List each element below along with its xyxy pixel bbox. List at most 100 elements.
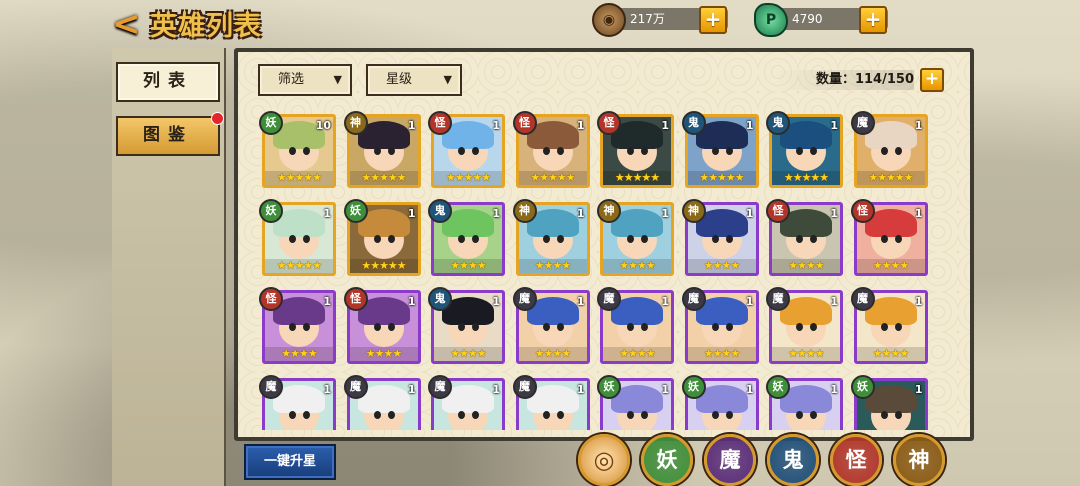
hero-level: 1 xyxy=(914,383,923,396)
hero-card[interactable]: 怪 1 ★★★★ xyxy=(343,287,421,364)
hero-card[interactable]: 魔1★★★★ xyxy=(766,287,843,364)
hero-card[interactable]: 魔1★★★★ xyxy=(428,375,505,430)
hero-eye xyxy=(556,235,564,243)
filter-yao-button[interactable]: 妖 xyxy=(641,434,693,486)
filter-mo-button[interactable]: 魔 xyxy=(704,434,756,486)
jade-amount: 4790 xyxy=(792,12,823,26)
hero-stars: ★★★★★ xyxy=(772,171,840,185)
hero-eye xyxy=(303,323,310,331)
tab-list[interactable]: 列表 xyxy=(116,62,220,102)
hero-level: 1 xyxy=(323,207,331,220)
tab-dex-label: 图鉴 xyxy=(143,125,193,145)
hero-eye xyxy=(289,411,296,419)
hero-eye xyxy=(641,323,648,331)
hero-eye xyxy=(796,147,803,155)
hero-eye xyxy=(472,323,479,331)
hero-card[interactable]: 魔 1 ★★★★★ xyxy=(850,111,928,188)
hero-level: 1 xyxy=(407,207,416,220)
hero-stars: ★★★★★ xyxy=(687,171,756,185)
hero-card[interactable]: 怪 1 ★★★★ xyxy=(259,287,336,364)
hero-card[interactable]: 鬼 1 ★★★★★ xyxy=(766,111,843,188)
faction-filter-bar: ◎ 妖魔鬼怪神 xyxy=(578,434,945,486)
hero-card[interactable]: 魔1★★★★ xyxy=(512,287,590,364)
hero-stars: ★★★★★ xyxy=(518,171,587,185)
faction-badge: 怪 xyxy=(428,111,452,135)
hero-card[interactable]: 魔1★★★★ xyxy=(681,287,759,364)
add-coins-button[interactable]: + xyxy=(699,6,727,34)
hero-eye xyxy=(556,411,564,419)
faction-badge: 妖 xyxy=(343,199,368,223)
hero-eye xyxy=(303,147,310,155)
hero-level: 1 xyxy=(407,383,416,396)
hero-card[interactable]: 鬼 1 ★★★★★ xyxy=(681,111,759,188)
faction-badge: 神 xyxy=(681,199,706,223)
filter-guai-button[interactable]: 怪 xyxy=(830,434,882,486)
hero-stars: ★★★★ xyxy=(518,347,587,361)
filter-dropdown[interactable]: 筛选 ▼ xyxy=(258,64,352,96)
hero-eye xyxy=(303,235,310,243)
expand-capacity-button[interactable]: + xyxy=(920,68,944,92)
hero-stars: ★★★★★ xyxy=(349,259,418,273)
jade-gem-icon: P xyxy=(754,3,788,37)
hero-level: 1 xyxy=(914,295,923,308)
hero-card[interactable]: 怪 1 ★★★★ xyxy=(766,199,843,276)
filter-gui-button[interactable]: 鬼 xyxy=(767,434,819,486)
hero-eye xyxy=(556,147,564,155)
hero-card[interactable]: 魔1★★★★ xyxy=(259,375,336,430)
faction-badge: 妖 xyxy=(850,375,875,399)
hero-level: 1 xyxy=(576,207,585,220)
faction-badge: 怪 xyxy=(766,199,790,223)
add-jade-button[interactable]: + xyxy=(859,6,887,34)
hero-eye xyxy=(725,411,733,419)
hero-card[interactable]: 神 1 ★★★★ xyxy=(597,199,674,276)
hero-eye xyxy=(556,323,564,331)
faction-badge: 魔 xyxy=(512,287,537,311)
hero-eye xyxy=(711,323,719,331)
hero-card[interactable]: 魔1★★★★ xyxy=(343,375,421,430)
hero-card[interactable]: 魔1★★★★ xyxy=(597,287,674,364)
hero-stars: ★★★★ xyxy=(856,259,925,273)
hero-eye xyxy=(472,147,479,155)
hero-stars: ★★★★★ xyxy=(434,171,502,185)
hero-card[interactable]: 鬼 1 ★★★★ xyxy=(428,287,505,364)
star-dropdown-label: 星级 xyxy=(386,72,413,87)
hero-card[interactable]: 神 1 ★★★★ xyxy=(681,199,759,276)
hero-eye xyxy=(303,411,310,419)
hero-stars: ★★★★ xyxy=(772,259,840,273)
hero-eye xyxy=(627,235,634,243)
faction-badge: 妖 xyxy=(766,375,790,399)
hero-eye xyxy=(387,323,395,331)
tab-dex[interactable]: 图鉴 xyxy=(116,112,224,156)
hero-eye xyxy=(387,411,395,419)
hero-card[interactable]: 怪 1 ★★★★ xyxy=(850,199,928,276)
hero-card[interactable]: 怪 1 ★★★★★ xyxy=(512,111,590,188)
hero-card[interactable]: 神 1 ★★★★ xyxy=(512,199,590,276)
back-button[interactable]: < xyxy=(112,7,146,41)
hero-eye xyxy=(458,235,465,243)
hero-card[interactable]: 鬼 1 ★★★★ xyxy=(428,199,505,276)
hero-card[interactable]: 神 1 ★★★★★ xyxy=(343,111,421,188)
hero-card[interactable]: 妖1★★★★ xyxy=(597,375,674,430)
hero-card[interactable]: 妖 1 ★★★★★ xyxy=(259,199,336,276)
hero-card[interactable]: 妖1★★★★ xyxy=(681,375,759,430)
hero-card[interactable]: 魔1★★★★ xyxy=(850,287,928,364)
hero-card[interactable]: 怪 1 ★★★★★ xyxy=(428,111,505,188)
chevron-down-icon: ▼ xyxy=(333,73,342,86)
hero-card[interactable]: 魔1★★★★ xyxy=(512,375,590,430)
hero-card[interactable]: 妖 1 ★★★★★ xyxy=(343,199,421,276)
star-dropdown[interactable]: 星级 ▼ xyxy=(366,64,462,96)
hero-card[interactable]: 妖1★★★★ xyxy=(850,375,928,430)
hero-card[interactable]: 怪 1 ★★★★★ xyxy=(597,111,674,188)
faction-badge: 神 xyxy=(343,111,368,135)
hero-eye xyxy=(796,323,803,331)
one-click-upgrade-button[interactable]: 一键升星 xyxy=(244,444,336,480)
hero-level: 1 xyxy=(492,383,500,396)
filter-shen-button[interactable]: 神 xyxy=(893,434,945,486)
faction-badge: 魔 xyxy=(597,287,621,311)
faction-badge: 神 xyxy=(597,199,621,223)
hero-card[interactable]: 妖 10 ★★★★★ xyxy=(259,111,336,188)
hero-eye xyxy=(458,411,465,419)
hero-card[interactable]: 妖1★★★★ xyxy=(766,375,843,430)
hero-stars: ★★★★★ xyxy=(349,171,418,185)
filter-all-button[interactable]: ◎ xyxy=(578,434,630,486)
